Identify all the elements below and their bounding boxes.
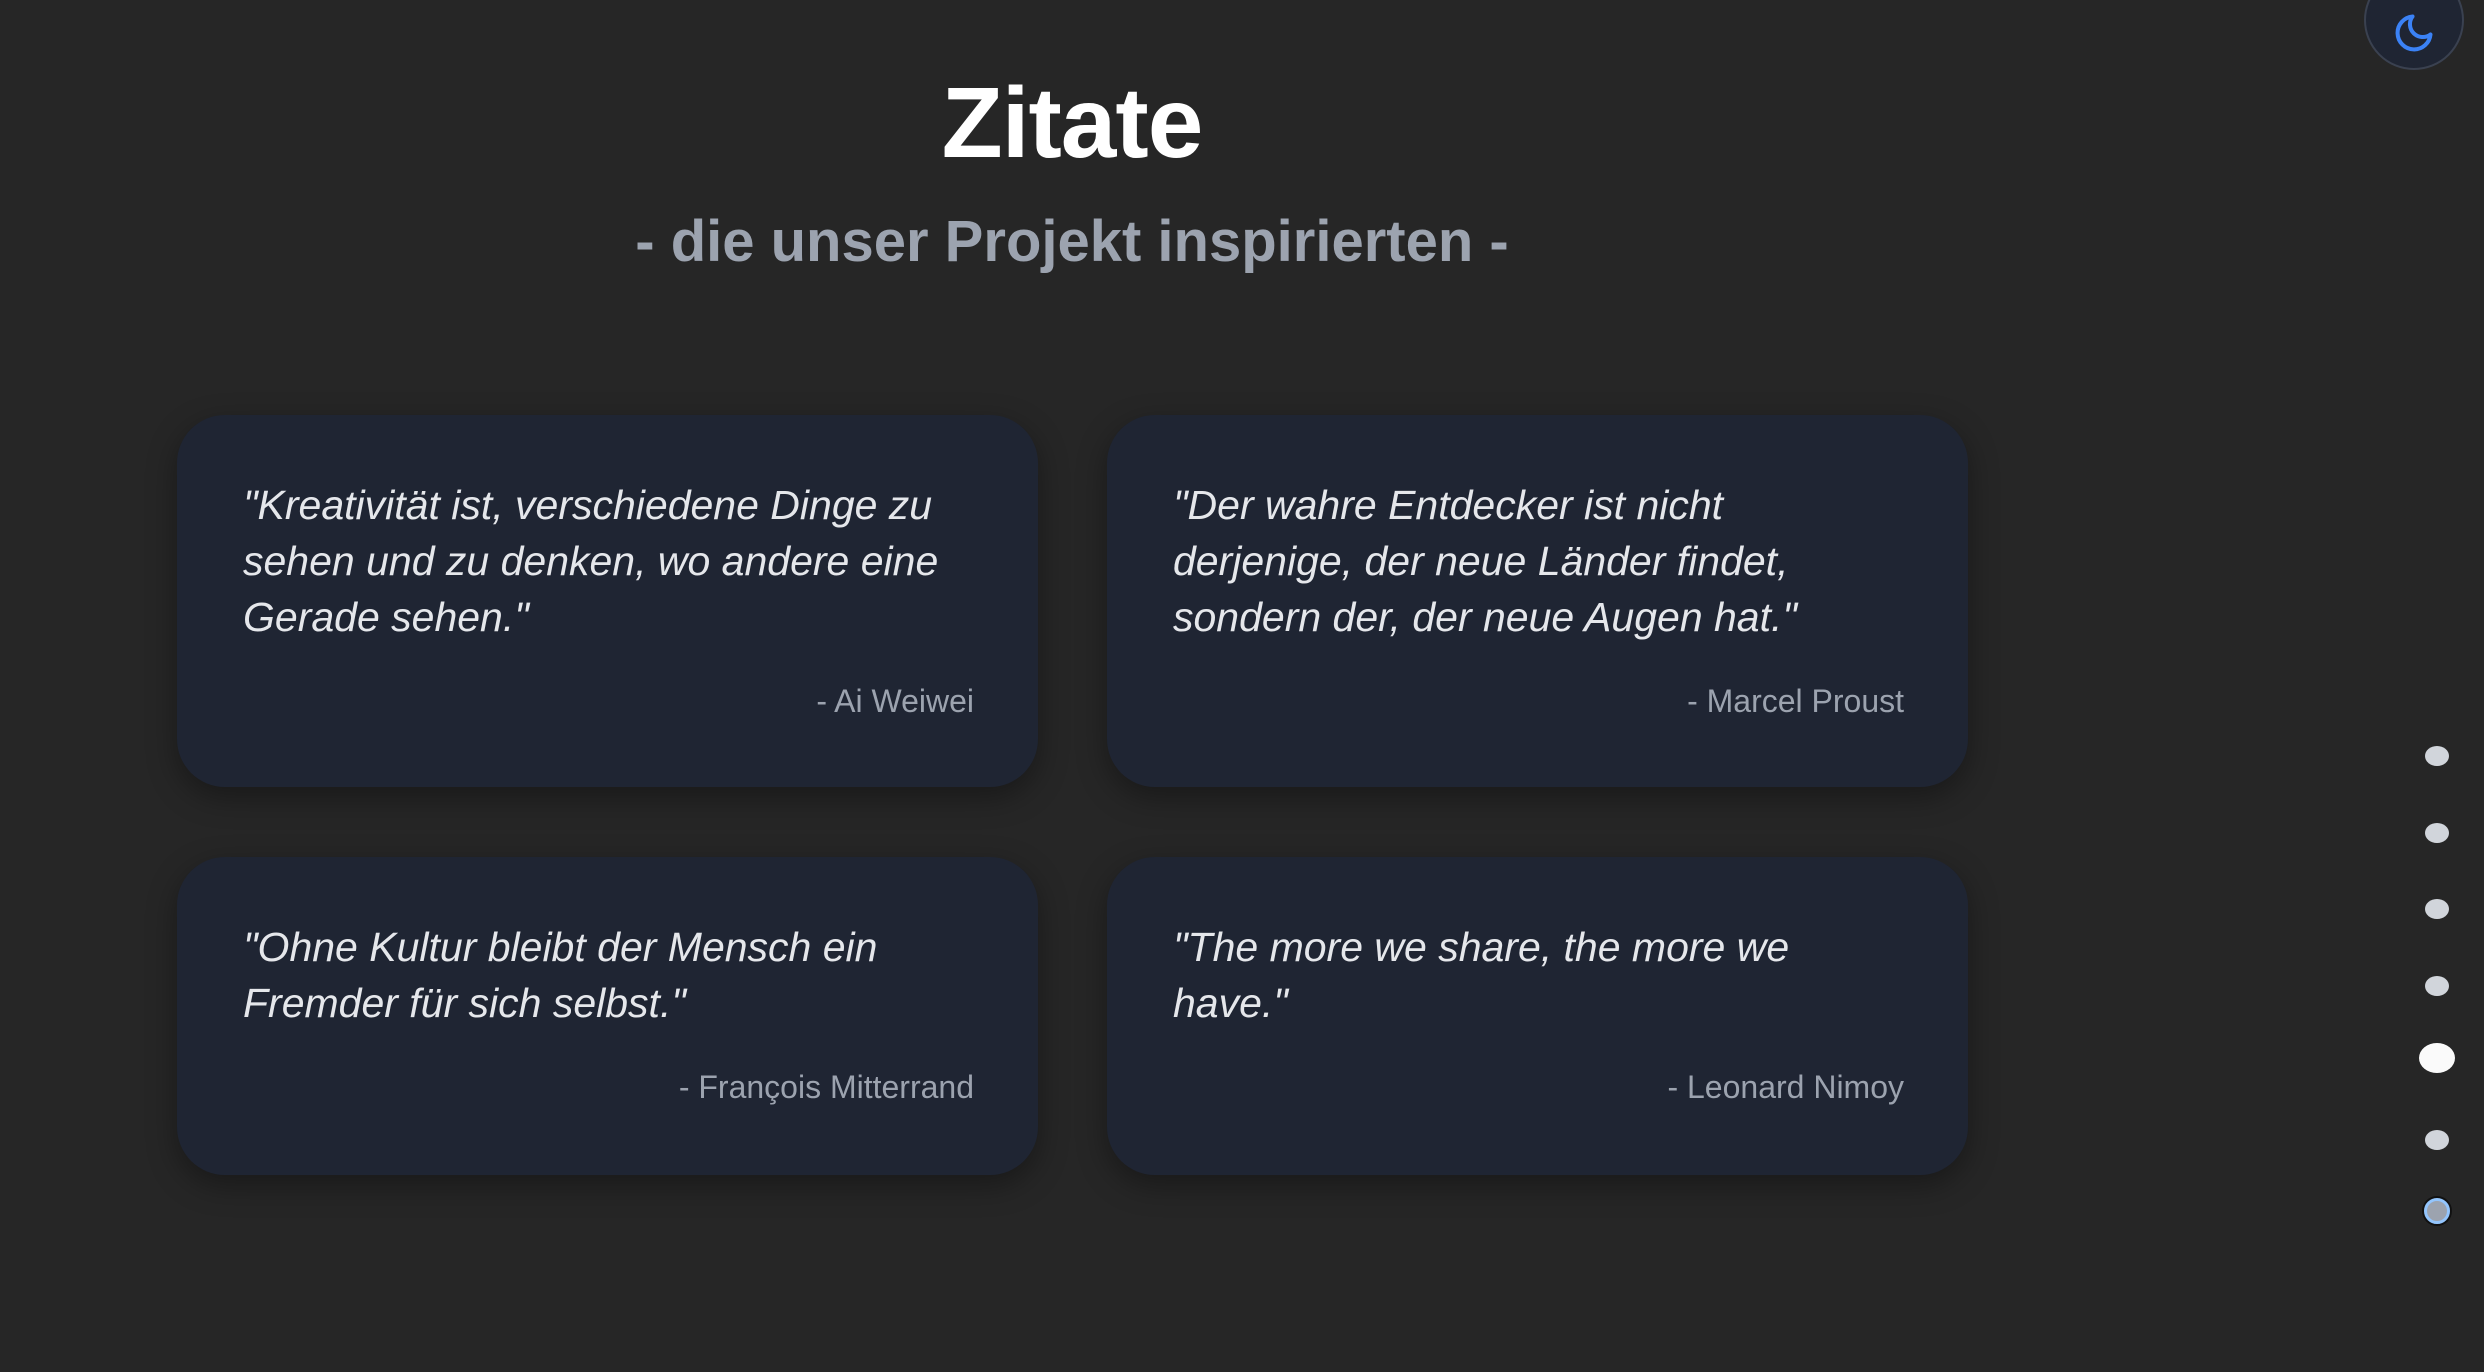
quote-text: "Kreativität ist, verschiedene Dinge zu … xyxy=(243,482,939,640)
quote-text: "Ohne Kultur bleibt der Mensch ein Fremd… xyxy=(243,924,878,1026)
section-nav-dot-3[interactable] xyxy=(2425,899,2449,919)
section-nav-dot-1[interactable] xyxy=(2425,746,2449,766)
section-nav-dot-4[interactable] xyxy=(2425,976,2449,996)
quote-author: - Ai Weiwei xyxy=(816,683,974,719)
moon-icon xyxy=(2395,14,2433,52)
quote-author: - Leonard Nimoy xyxy=(1667,1069,1904,1105)
quote-text: "Der wahre Entdecker ist nicht derjenige… xyxy=(1173,482,1797,640)
page-subtitle: - die unser Projekt inspirierten - xyxy=(635,209,1509,274)
section-nav-dot-6[interactable] xyxy=(2425,1130,2449,1150)
quote-card: "Der wahre Entdecker ist nicht derjenige… xyxy=(1107,415,1968,787)
section-nav-dot-5-active[interactable] xyxy=(2419,1043,2455,1073)
section-nav-dot-2[interactable] xyxy=(2425,823,2449,843)
quote-author: - François Mitterrand xyxy=(678,1069,974,1105)
quote-card: "Kreativität ist, verschiedene Dinge zu … xyxy=(177,415,1038,787)
page-title: Zitate xyxy=(941,67,1204,179)
section-nav-dot-7-focused[interactable] xyxy=(2424,1198,2450,1224)
quote-card: "The more we share, the more we have." -… xyxy=(1107,857,1968,1175)
quote-author: - Marcel Proust xyxy=(1687,683,1904,719)
quote-text: "The more we share, the more we have." xyxy=(1173,924,1790,1026)
quote-card: "Ohne Kultur bleibt der Mensch ein Fremd… xyxy=(177,857,1038,1175)
theme-toggle-button[interactable] xyxy=(2364,0,2464,70)
